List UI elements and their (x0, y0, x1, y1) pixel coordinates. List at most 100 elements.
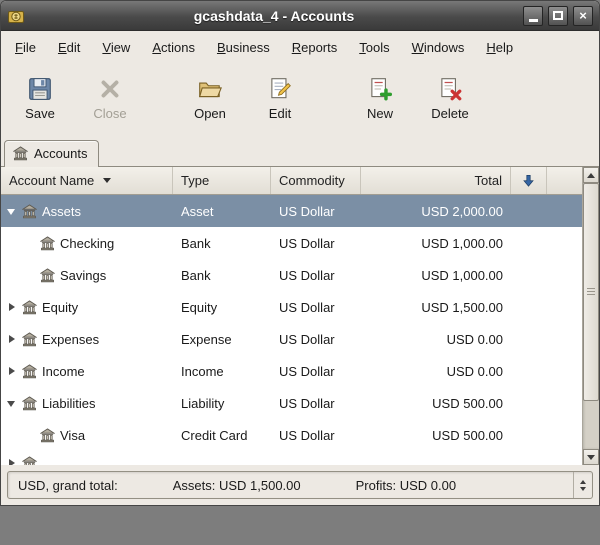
delete-button[interactable]: Delete (421, 68, 479, 128)
expander-icon[interactable] (6, 397, 19, 410)
account-type: Equity (173, 300, 271, 315)
menu-help[interactable]: Help (475, 34, 524, 61)
account-name: Liabilities (42, 396, 95, 411)
profits-total: Profits: USD 0.00 (356, 478, 456, 493)
bank-icon (22, 456, 37, 465)
table-row-visa[interactable]: Visa Credit Card US Dollar USD 500.00 (1, 419, 582, 451)
account-name: Income (42, 364, 85, 379)
account-total: USD 0.00 (361, 332, 511, 347)
account-commodity: US Dollar (271, 204, 361, 219)
toolbar: Save Close Open Edit New Delete (1, 63, 599, 133)
maximize-icon (553, 11, 563, 20)
header-filler (547, 167, 582, 194)
scrollbar-track[interactable] (583, 183, 599, 449)
table-row-savings[interactable]: Savings Bank US Dollar USD 1,000.00 (1, 259, 582, 291)
account-total: USD 1,000.00 (361, 268, 511, 283)
table-row-expenses[interactable]: Expenses Expense US Dollar USD 0.00 (1, 323, 582, 355)
account-commodity: US Dollar (271, 236, 361, 251)
account-total: USD 1,000.00 (361, 236, 511, 251)
close-button[interactable]: Close (81, 68, 139, 128)
save-icon (27, 76, 53, 102)
menu-tools[interactable]: Tools (348, 34, 400, 61)
column-header-account-name[interactable]: Account Name (1, 167, 173, 194)
menu-file[interactable]: File (4, 34, 47, 61)
maximize-button[interactable] (548, 6, 568, 26)
bank-icon (22, 332, 37, 347)
account-total: USD 500.00 (361, 396, 511, 411)
open-folder-icon (197, 76, 223, 102)
column-header-commodity[interactable]: Commodity (271, 167, 361, 194)
edit-account-icon (267, 76, 293, 102)
bank-icon (22, 396, 37, 411)
table-row-equity[interactable]: Equity Equity US Dollar USD 1,500.00 (1, 291, 582, 323)
account-type: Bank (173, 268, 271, 283)
scrollbar-thumb[interactable] (583, 183, 599, 401)
table-row-income[interactable]: Income Income US Dollar USD 0.00 (1, 355, 582, 387)
account-commodity: US Dollar (271, 268, 361, 283)
menu-reports[interactable]: Reports (281, 34, 349, 61)
table-header: Account Name Type Commodity Total (1, 167, 582, 195)
column-options-button[interactable] (511, 167, 547, 194)
new-button[interactable]: New (351, 68, 409, 128)
table-row-assets[interactable]: Assets Asset US Dollar USD 2,000.00 (1, 195, 582, 227)
account-commodity: US Dollar (271, 364, 361, 379)
expander-icon[interactable] (6, 205, 19, 218)
account-type: Asset (173, 204, 271, 219)
menubar: File Edit View Actions Business Reports … (1, 31, 599, 63)
table-row-partial[interactable] (1, 451, 582, 465)
account-total: USD 2,000.00 (361, 204, 511, 219)
table-row-liabilities[interactable]: Liabilities Liability US Dollar USD 500.… (1, 387, 582, 419)
account-name: Assets (42, 204, 81, 219)
gnucash-window: gcashdata_4 - Accounts × File Edit View … (0, 0, 600, 506)
account-total: USD 1,500.00 (361, 300, 511, 315)
account-type: Liability (173, 396, 271, 411)
bank-icon (22, 204, 37, 219)
statusbar: USD, grand total: Assets: USD 1,500.00 P… (1, 465, 599, 505)
account-name: Expenses (42, 332, 99, 347)
summary-stepper[interactable] (573, 472, 592, 498)
column-header-total[interactable]: Total (361, 167, 511, 194)
close-icon: × (579, 9, 587, 22)
account-total: USD 0.00 (361, 364, 511, 379)
edit-button[interactable]: Edit (251, 68, 309, 128)
expander-icon (6, 457, 19, 465)
scroll-up-button[interactable] (583, 167, 599, 183)
account-commodity: US Dollar (271, 428, 361, 443)
accounts-page: Account Name Type Commodity Total Assets (1, 167, 599, 465)
scroll-down-button[interactable] (583, 449, 599, 465)
down-arrow-icon (587, 455, 595, 460)
expander-icon[interactable] (6, 365, 19, 378)
close-icon (97, 76, 123, 102)
tabbar: Accounts (1, 133, 599, 167)
account-type: Expense (173, 332, 271, 347)
tab-accounts[interactable]: Accounts (4, 140, 99, 167)
expander-icon[interactable] (6, 333, 19, 346)
account-name: Savings (60, 268, 106, 283)
titlebar[interactable]: gcashdata_4 - Accounts × (1, 1, 599, 31)
bank-icon (22, 300, 37, 315)
table-rows: Assets Asset US Dollar USD 2,000.00 Chec… (1, 195, 582, 465)
up-arrow-icon (587, 173, 595, 178)
menu-edit[interactable]: Edit (47, 34, 91, 61)
column-header-type[interactable]: Type (173, 167, 271, 194)
table-row-checking[interactable]: Checking Bank US Dollar USD 1,000.00 (1, 227, 582, 259)
stepper-up-icon (580, 480, 586, 484)
save-button[interactable]: Save (11, 68, 69, 128)
expander-icon[interactable] (6, 301, 19, 314)
account-name: Visa (60, 428, 85, 443)
menu-view[interactable]: View (91, 34, 141, 61)
vertical-scrollbar[interactable] (582, 167, 599, 465)
bank-icon (22, 364, 37, 379)
bank-icon (13, 146, 28, 161)
menu-windows[interactable]: Windows (401, 34, 476, 61)
minimize-button[interactable] (523, 6, 543, 26)
menu-business[interactable]: Business (206, 34, 281, 61)
grand-total-label: USD, grand total: (18, 478, 118, 493)
menu-actions[interactable]: Actions (141, 34, 206, 61)
stepper-down-icon (580, 487, 586, 491)
window-title: gcashdata_4 - Accounts (30, 8, 518, 24)
account-commodity: US Dollar (271, 300, 361, 315)
open-button[interactable]: Open (181, 68, 239, 128)
close-window-button[interactable]: × (573, 6, 593, 26)
account-type: Income (173, 364, 271, 379)
